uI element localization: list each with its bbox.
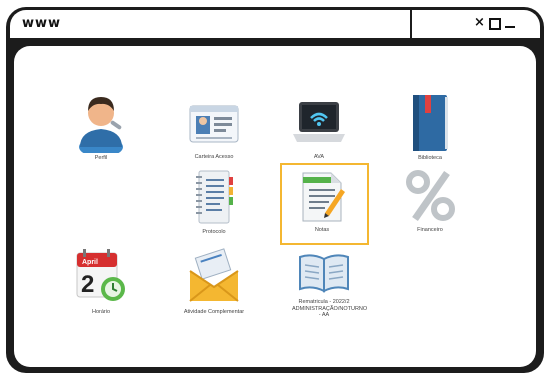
calendar-clock-icon: April 2: [76, 249, 125, 301]
app-label: Atividade Complementar: [183, 309, 245, 315]
app-label: Financeiro: [417, 227, 443, 233]
app-financeiro[interactable]: Financeiro: [385, 167, 475, 234]
minimize-icon[interactable]: [505, 26, 515, 28]
app-label: Notas: [314, 227, 330, 233]
app-biblioteca[interactable]: Biblioteca: [385, 91, 475, 162]
percent-icon: [406, 170, 455, 221]
app-notas[interactable]: Notas: [277, 167, 367, 234]
app-label: Perfil: [94, 155, 108, 161]
close-icon[interactable]: ×: [474, 14, 485, 32]
app-label: AVA: [313, 154, 325, 160]
app-atividade-complementar[interactable]: Atividade Complementar: [169, 247, 259, 316]
title-divider: [410, 10, 412, 38]
id-card-icon: [189, 105, 239, 143]
url-text: www: [22, 16, 62, 31]
app-label: Protocolo: [202, 229, 226, 235]
laptop-wifi-icon: [293, 102, 345, 142]
notes-pencil-icon: [302, 172, 345, 222]
app-perfil[interactable]: Perfil: [56, 91, 146, 162]
calendar-month: April: [82, 259, 98, 266]
notebook-icon: [196, 170, 233, 224]
window-controls: ×: [474, 14, 522, 32]
app-protocolo[interactable]: Protocolo: [169, 167, 259, 236]
app-carteira-acesso[interactable]: Carteira Acesso: [169, 96, 259, 161]
envelope-icon: [189, 248, 239, 302]
book-icon: [413, 95, 448, 151]
calendar-day: 2: [81, 271, 94, 298]
app-grid: Perfil Carteira Acesso AVA Biblioteca Pr…: [14, 46, 536, 367]
app-ava[interactable]: AVA: [274, 96, 364, 161]
app-label: Carteira Acesso: [194, 154, 234, 160]
maximize-icon[interactable]: [489, 18, 501, 30]
title-bar: [10, 10, 540, 38]
open-book-icon: [299, 254, 349, 293]
app-horario[interactable]: April 2 Horário: [56, 247, 146, 316]
app-rematricula[interactable]: Rematricula - 2022/2 ADMINISTRAÇÃO/NOTUR…: [279, 247, 369, 319]
user-profile-icon: [79, 97, 123, 153]
app-label: Rematricula - 2022/2 ADMINISTRAÇÃO/NOTUR…: [292, 299, 368, 318]
app-label: Biblioteca: [418, 155, 442, 161]
app-label: Horário: [91, 309, 111, 315]
